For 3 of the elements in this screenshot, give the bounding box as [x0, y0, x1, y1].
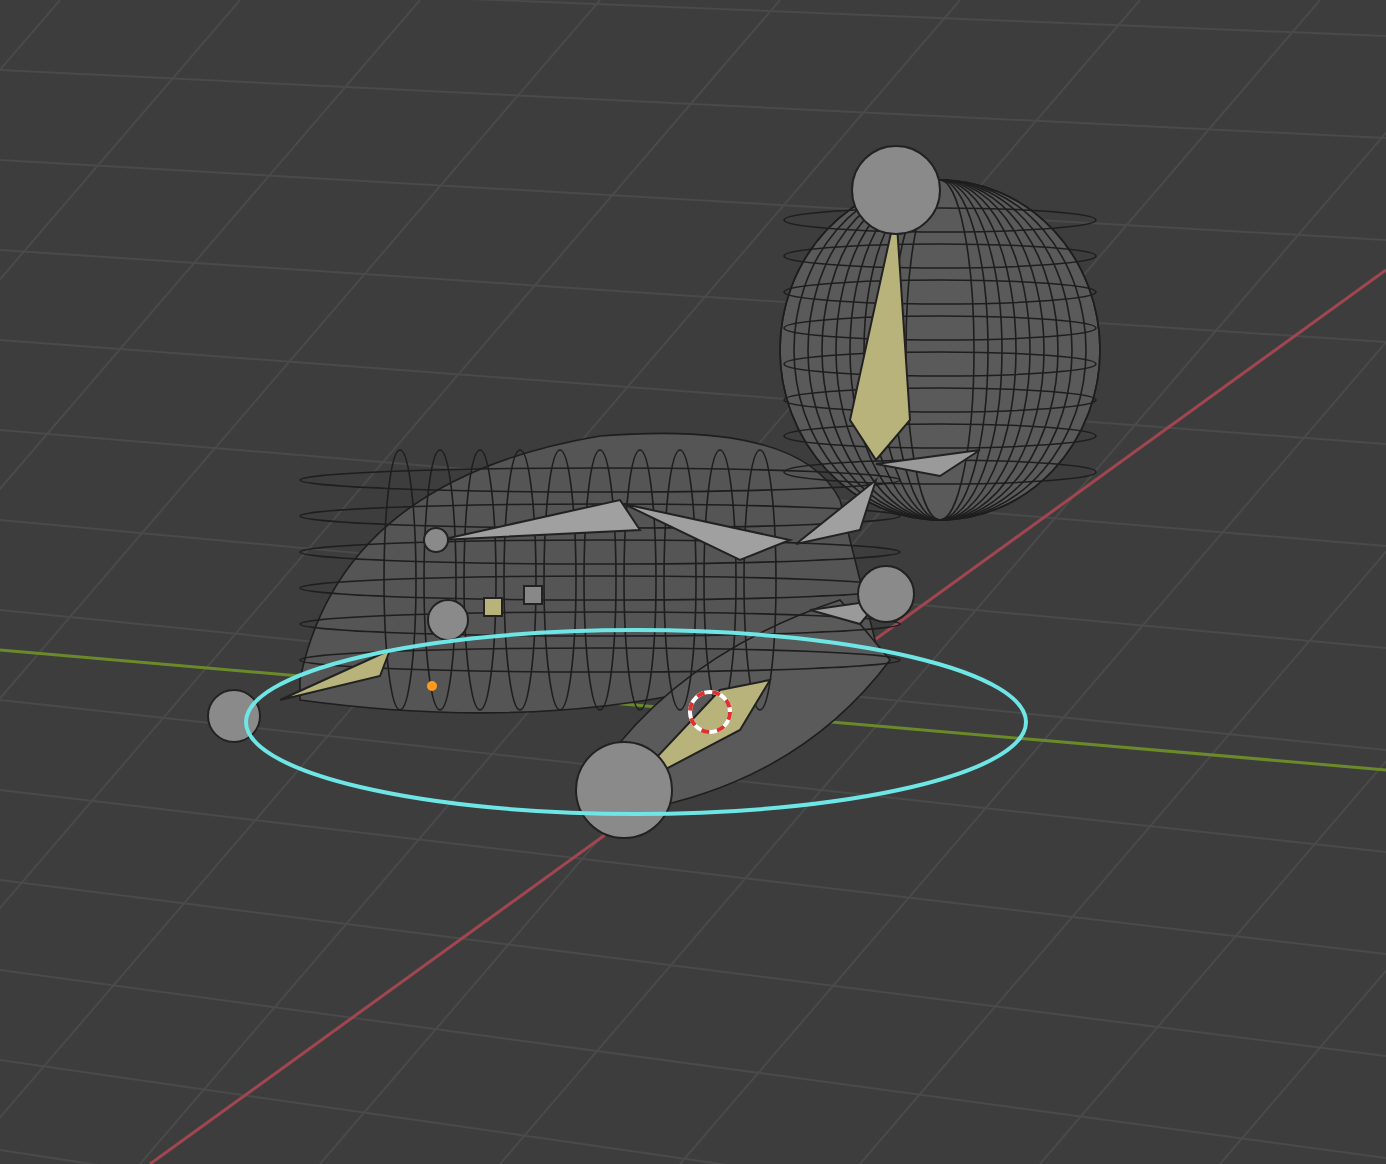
selection-circle[interactable]: [244, 628, 1028, 816]
3d-cursor-icon: [688, 690, 732, 734]
origin-dot: [427, 681, 437, 691]
